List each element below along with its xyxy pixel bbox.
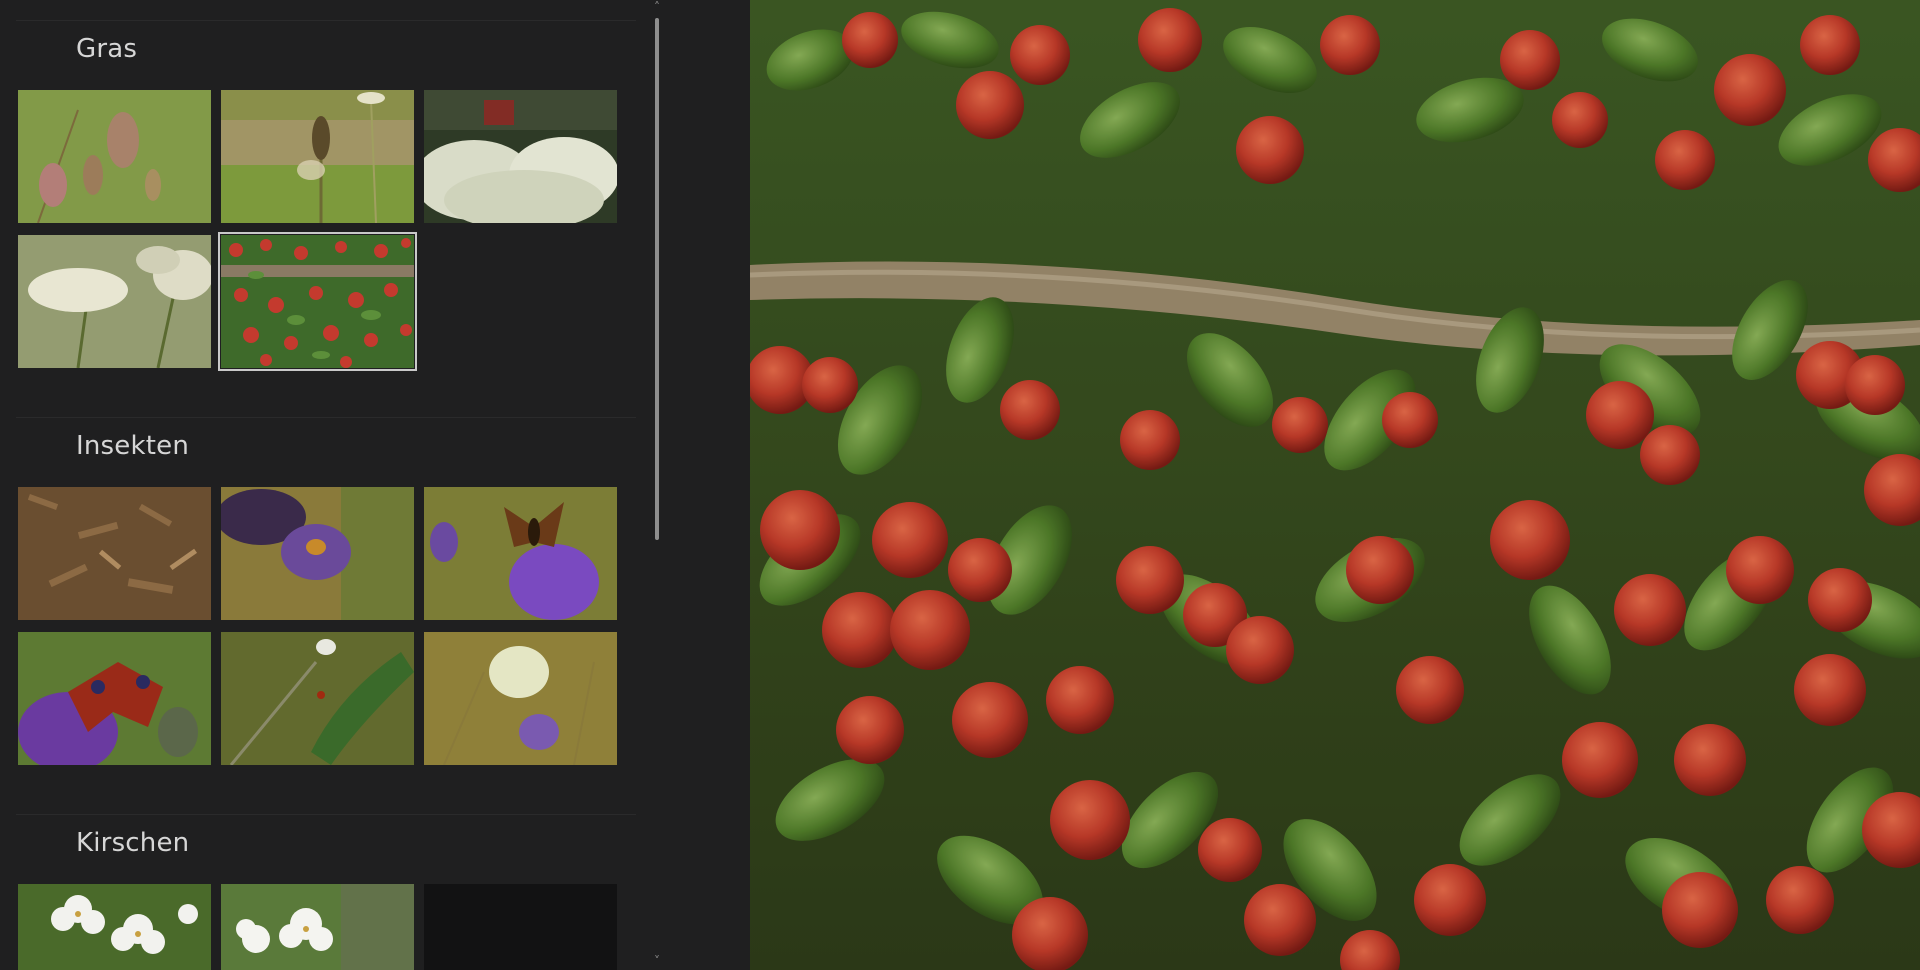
photo-insekten-5[interactable] (221, 632, 414, 765)
section-kirschen: Kirschen (16, 794, 636, 970)
thumbnail-sidebar: Gras Insekten Kirschen ˄ ˅ (0, 0, 750, 970)
photo-gras-3[interactable] (424, 90, 617, 223)
chevron-up-icon[interactable]: ˄ (650, 0, 664, 14)
photo-insekten-1[interactable] (18, 487, 211, 620)
photo-insekten-6[interactable] (424, 632, 617, 765)
photo-insekten-2[interactable] (221, 487, 414, 620)
photo-insekten-3[interactable] (424, 487, 617, 620)
section-divider (16, 814, 636, 815)
sidebar-scrollbar[interactable]: ˄ ˅ (650, 0, 664, 970)
photo-gras-5[interactable] (218, 232, 417, 371)
scrollbar-thumb[interactable] (655, 18, 659, 540)
photo-kirschen-3 (424, 884, 617, 970)
section-title-insekten: Insekten (76, 431, 190, 461)
photo-gras-4[interactable] (18, 235, 211, 368)
section-divider (16, 417, 636, 418)
chevron-down-icon[interactable]: ˅ (650, 954, 664, 968)
section-gras: Gras (16, 0, 636, 400)
photo-browser-app: Gras Insekten Kirschen ˄ ˅ (0, 0, 1920, 970)
section-insekten: Insekten (16, 397, 636, 797)
photo-viewer (750, 0, 1920, 970)
viewer-image (750, 0, 1920, 970)
photo-gras-1[interactable] (18, 90, 211, 223)
photo-kirschen-1[interactable] (18, 884, 211, 970)
photo-gras-2[interactable] (221, 90, 414, 223)
section-title-kirschen: Kirschen (76, 828, 190, 858)
photo-kirschen-2[interactable] (221, 884, 414, 970)
photo-insekten-4[interactable] (18, 632, 211, 765)
section-divider (16, 20, 636, 21)
section-title-gras: Gras (76, 34, 138, 64)
